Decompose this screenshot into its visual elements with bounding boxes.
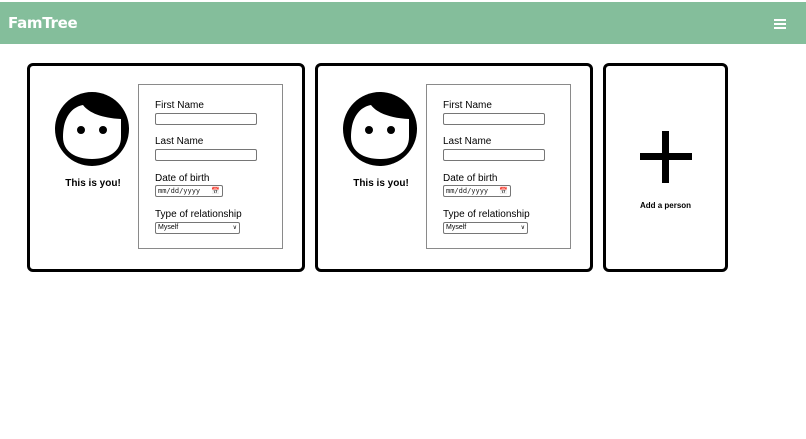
first-name-label: First Name [443,100,492,111]
chevron-down-icon: ∨ [520,225,525,231]
chevron-down-icon: ∨ [232,225,237,231]
dob-label: Date of birth [443,173,498,184]
person-form: First Name Last Name Date of birth mm/dd… [426,84,571,249]
last-name-label: Last Name [443,136,492,147]
relationship-label: Type of relationship [443,209,530,220]
hamburger-menu-icon[interactable] [774,19,786,29]
relationship-value: Myself [158,224,179,231]
dob-label: Date of birth [155,173,210,184]
first-name-label: First Name [155,100,204,111]
add-person-button[interactable]: Add a person [603,63,728,272]
plus-icon[interactable] [640,131,692,183]
dob-placeholder: mm/dd/yyyy [446,187,489,195]
dob-field[interactable]: mm/dd/yyyy 📅 [155,185,223,197]
dob-field[interactable]: mm/dd/yyyy 📅 [443,185,511,197]
top-bar: FamTree [0,2,806,44]
dob-placeholder: mm/dd/yyyy [158,187,201,195]
app-title: FamTree [8,14,78,32]
last-name-label: Last Name [155,136,204,147]
relationship-select[interactable]: Myself ∨ [155,222,240,234]
person-face-icon [55,92,129,166]
person-card: This is you! First Name Last Name Date o… [27,63,305,272]
last-name-field[interactable] [443,149,545,161]
calendar-icon[interactable]: 📅 [211,186,220,196]
relationship-label: Type of relationship [155,209,242,220]
first-name-field[interactable] [155,113,257,125]
add-person-label: Add a person [639,201,692,210]
first-name-field[interactable] [443,113,545,125]
relationship-value: Myself [446,224,467,231]
calendar-icon[interactable]: 📅 [499,186,508,196]
last-name-field[interactable] [155,149,257,161]
relationship-select[interactable]: Myself ∨ [443,222,528,234]
person-card: This is you! First Name Last Name Date o… [315,63,593,272]
person-form: First Name Last Name Date of birth mm/dd… [138,84,283,249]
person-face-icon [343,92,417,166]
